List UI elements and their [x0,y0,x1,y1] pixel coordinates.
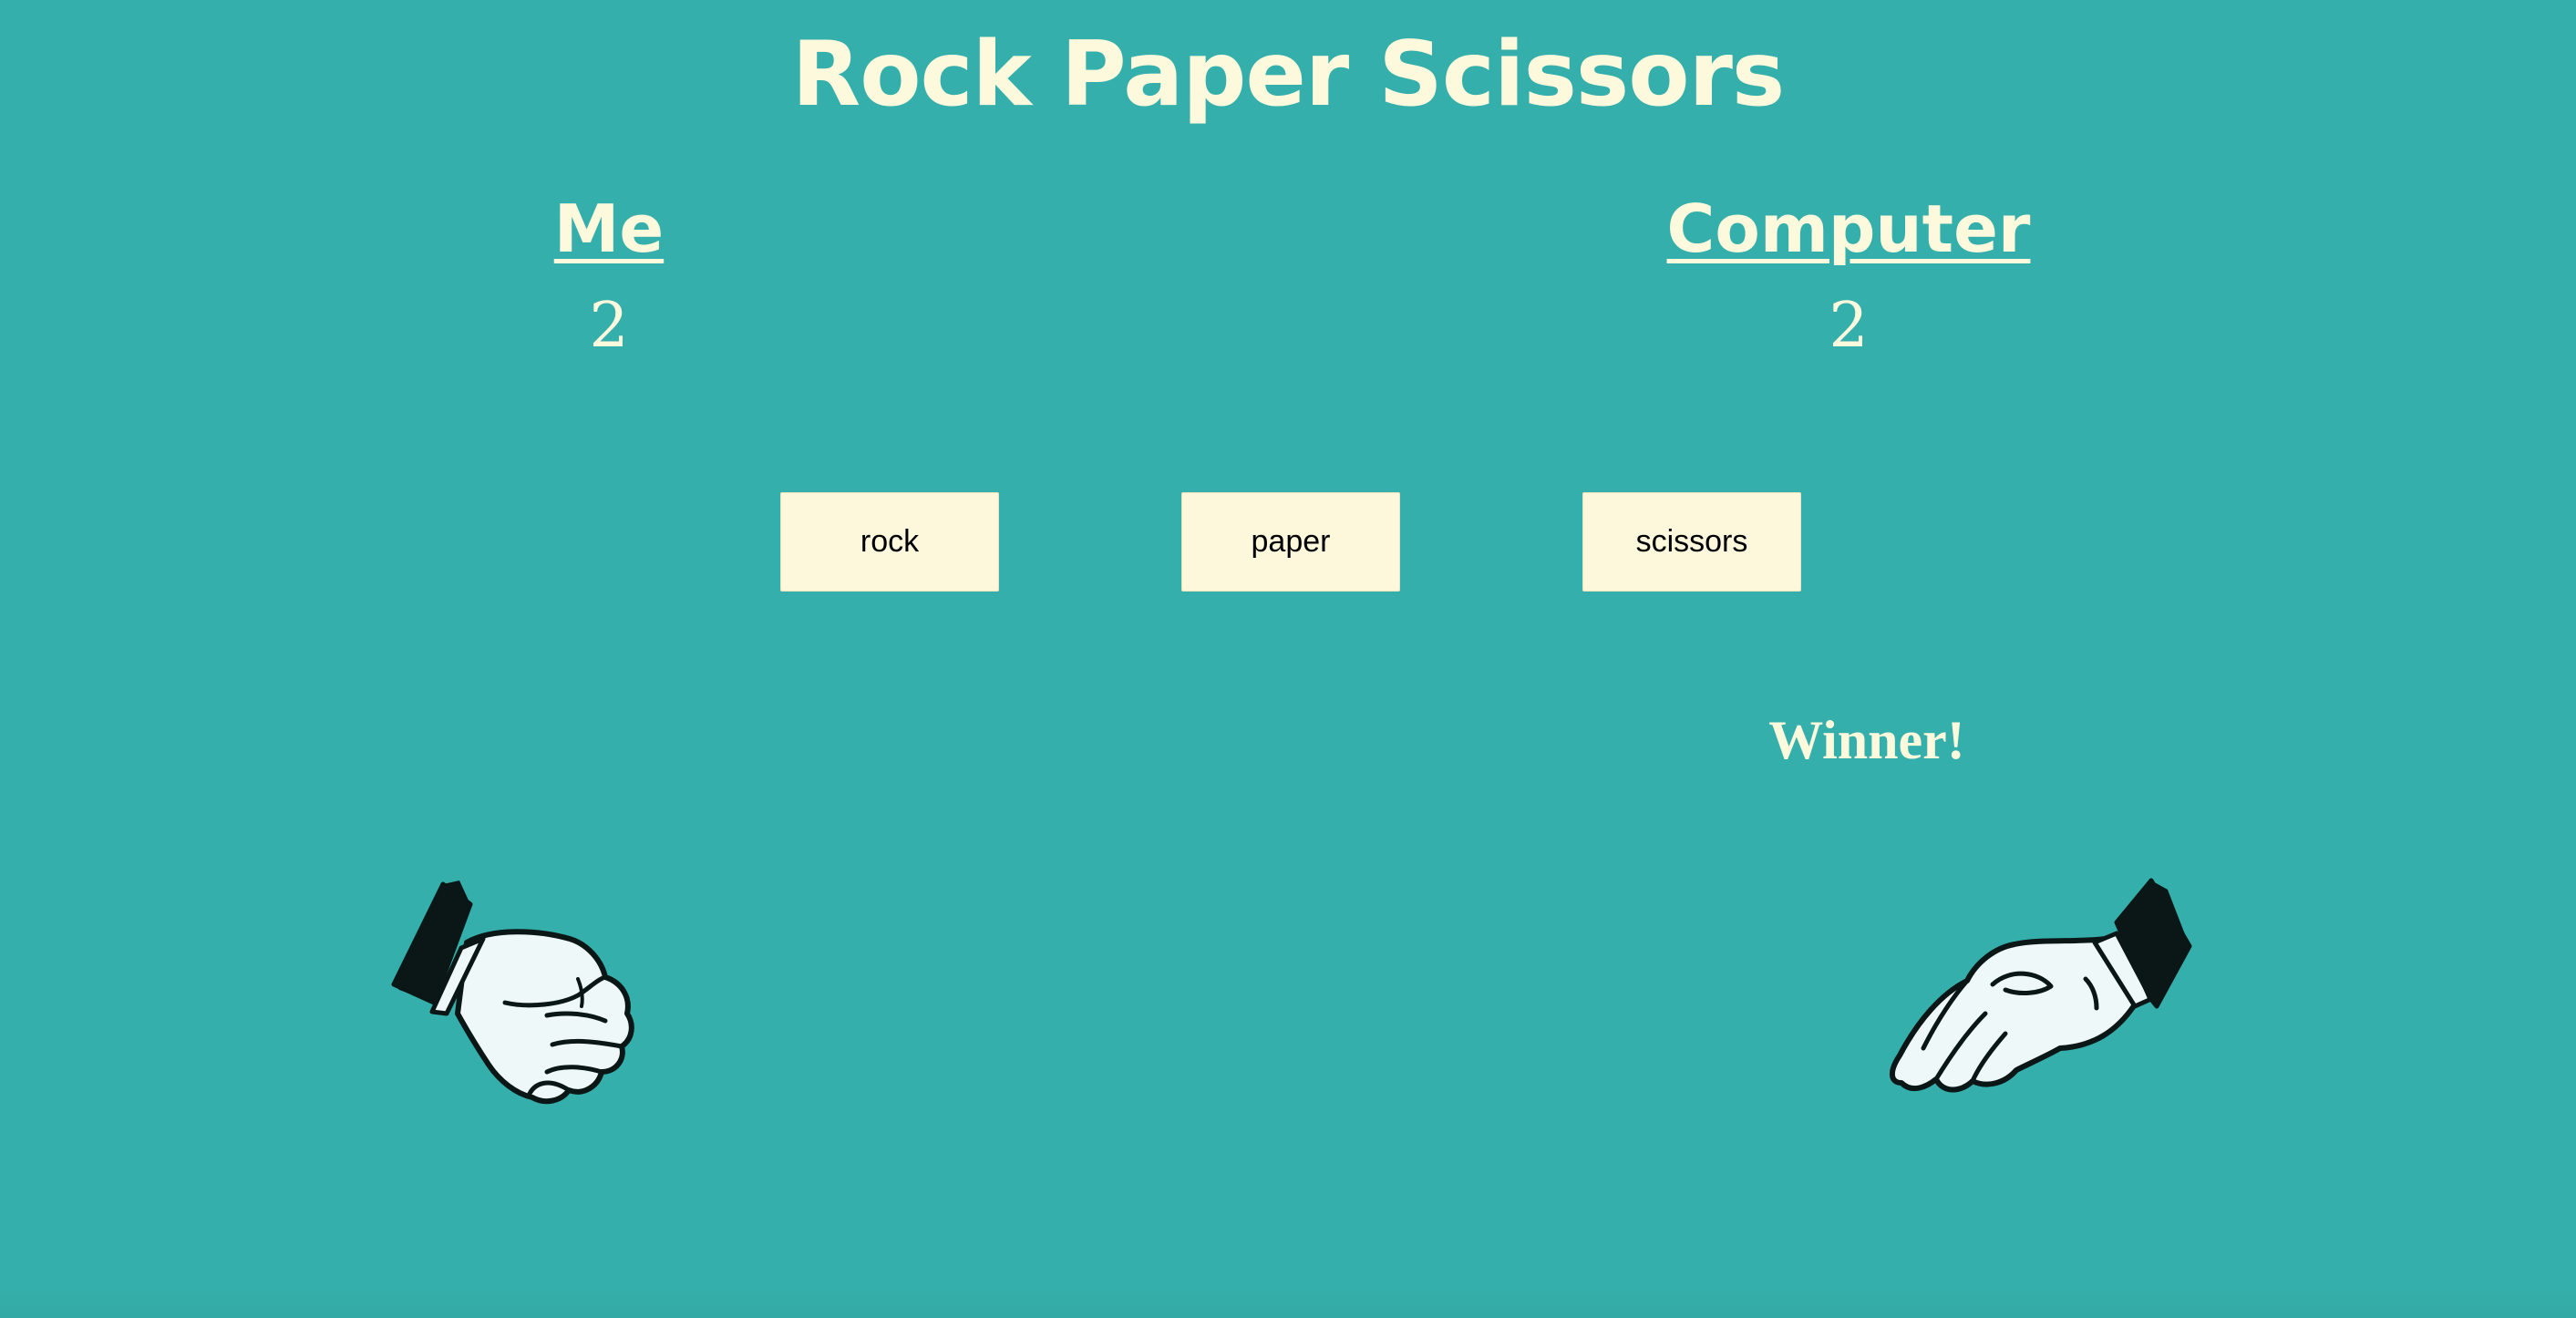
player-computer-label: Computer [1666,190,2031,267]
rock-fist-icon [383,877,656,1114]
game-title: Rock Paper Scissors [791,23,1785,127]
paper-open-hand-icon [1878,877,2224,1132]
result-message: Winner! [1768,710,1965,770]
rock-button[interactable]: rock [780,492,999,592]
player-computer-score: 2 [1829,290,1869,362]
bottom-shadow [0,1291,2576,1318]
player-me-label: Me [553,190,665,267]
scissors-button[interactable]: scissors [1582,492,1801,592]
paper-button[interactable]: paper [1181,492,1400,592]
player-me-score: 2 [589,290,629,362]
